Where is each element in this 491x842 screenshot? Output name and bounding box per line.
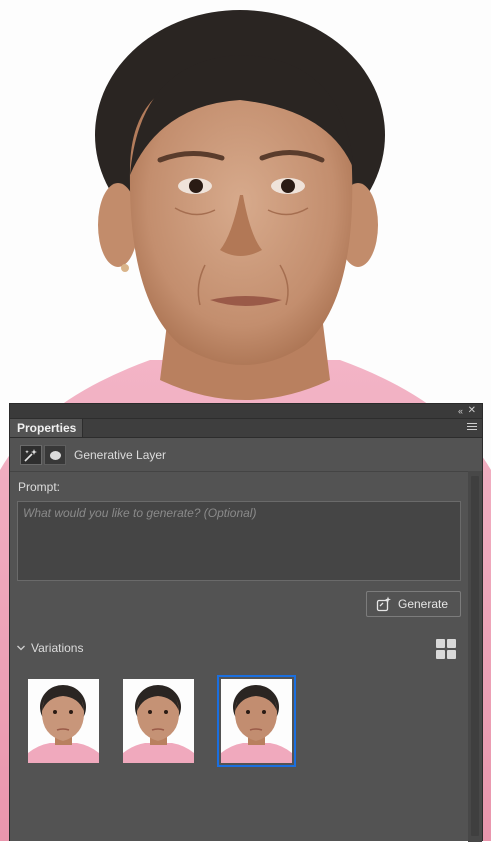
variations-label: Variations (31, 641, 84, 655)
variation-thumbnail-2[interactable] (123, 679, 194, 763)
prompt-label: Prompt: (18, 480, 61, 494)
collapse-panel-icon[interactable]: ‹‹ (458, 404, 463, 418)
layer-mask-icon[interactable] (44, 445, 66, 465)
variations-toggle[interactable]: Variations (16, 641, 83, 655)
variation-thumbnail-1[interactable] (28, 679, 99, 763)
layer-name: Generative Layer (74, 448, 167, 462)
variation-thumbnail-3[interactable] (217, 675, 296, 767)
hamburger-menu-icon[interactable] (467, 423, 477, 432)
tab-properties[interactable]: Properties (10, 419, 84, 437)
close-panel-icon[interactable]: ✕ (468, 404, 476, 418)
chevron-down-icon (17, 645, 25, 651)
generate-button-label: Generate (398, 597, 449, 611)
panel-titlebar: ‹‹ ✕ (10, 404, 482, 419)
prompt-input[interactable]: What would you like to generate? (Option… (17, 501, 461, 581)
grid-view-icon[interactable] (436, 639, 457, 660)
generate-sparkle-icon (376, 596, 391, 612)
properties-panel: ‹‹ ✕ Properties Generative Layer Prompt:… (9, 403, 483, 842)
generative-layer-icon[interactable] (20, 445, 42, 465)
layer-type-row: Generative Layer (10, 438, 482, 472)
panel-tabbar: Properties (10, 419, 482, 438)
generate-button[interactable]: Generate (366, 591, 461, 617)
panel-scrollbar-thumb[interactable] (471, 476, 479, 836)
